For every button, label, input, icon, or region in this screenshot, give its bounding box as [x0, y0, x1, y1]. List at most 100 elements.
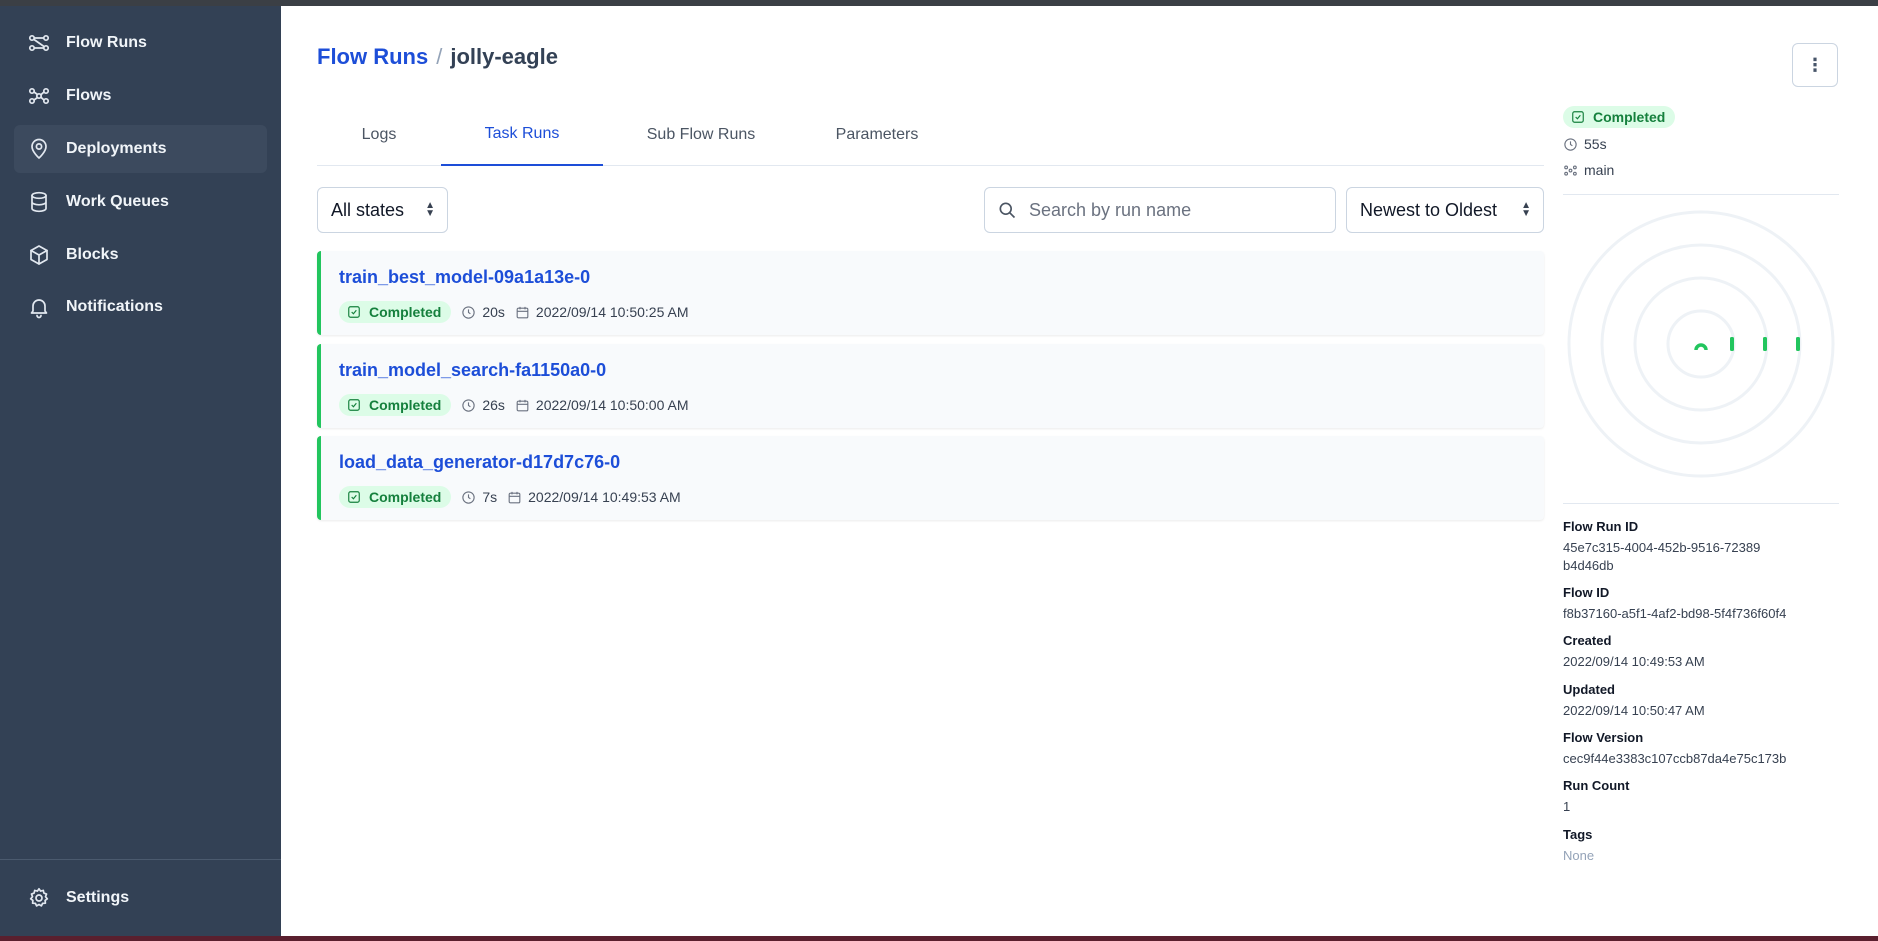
tab-sub-flow-runs[interactable]: Sub Flow Runs — [603, 104, 799, 166]
tab-label: Parameters — [835, 126, 919, 143]
more-options-button[interactable]: ⋮ — [1792, 43, 1838, 87]
clock-icon — [462, 305, 476, 319]
run-count-value: 1 — [1563, 799, 1571, 814]
breadcrumb: Flow Runs / jolly-eagle — [317, 44, 558, 70]
run-count-label: Run Count — [1563, 778, 1630, 793]
database-icon — [26, 189, 52, 215]
created-label: Created — [1563, 633, 1612, 648]
task-run-start-time: 2022/09/14 10:49:53 AM — [528, 489, 681, 505]
sidebar-item-notifications[interactable]: Notifications — [14, 283, 267, 331]
flow-version-value: cec9f44e3383c107ccb87da4e75c173b — [1563, 751, 1787, 766]
tab-label: Sub Flow Runs — [646, 126, 756, 143]
select-caret-icon: ▲ ▼ — [1521, 200, 1531, 219]
status-badge: Completed — [339, 394, 452, 416]
sidebar-item-label: Deployments — [66, 140, 167, 157]
status-badge: Completed — [1563, 106, 1676, 128]
flow-run-id-label: Flow Run ID — [1563, 519, 1639, 534]
sidebar-item-flows[interactable]: Flows — [14, 72, 267, 120]
radar-node — [1763, 337, 1767, 351]
sort-select[interactable]: Newest to Oldest ▲ ▼ — [1346, 187, 1544, 233]
sidebar-item-flow-runs[interactable]: Flow Runs — [14, 19, 267, 67]
sidebar-item-label: Flows — [66, 87, 112, 104]
kebab-menu-icon: ⋮ — [1806, 54, 1824, 75]
tab-label: Logs — [361, 126, 397, 143]
clock-icon — [462, 490, 476, 504]
flows-icon — [1564, 164, 1577, 176]
sidebar-divider — [0, 859, 281, 860]
breadcrumb-flow-runs-link[interactable]: Flow Runs — [317, 44, 428, 70]
state-filter-select[interactable]: All states ▲ ▼ — [317, 187, 448, 233]
duration-text: 55s — [1584, 136, 1607, 152]
task-run-start-time: 2022/09/14 10:50:00 AM — [535, 397, 689, 413]
task-run-meta: Completed 20s 2022/09/14 10:50:25 AM — [339, 301, 689, 323]
tab-task-runs[interactable]: Task Runs — [441, 104, 603, 166]
main-content: Flow Runs / jolly-eagle ⋮ Logs Task Runs… — [281, 6, 1878, 936]
flow-run-state: Completed — [1563, 106, 1676, 128]
sidebar-item-work-queues[interactable]: Work Queues — [14, 178, 267, 226]
clock-icon — [462, 398, 476, 412]
task-run-card: train_best_model-09a1a13e-0 Completed 20… — [317, 251, 1544, 335]
sidebar-item-deployments[interactable]: Deployments — [14, 125, 267, 173]
check-square-icon — [348, 399, 360, 411]
sidebar: Flow Runs Flows Deployments Work Queues … — [0, 6, 281, 936]
flow-version-label: Flow Version — [1563, 730, 1644, 745]
search-field[interactable] — [984, 187, 1336, 233]
task-run-card: load_data_generator-d17d7c76-0 Completed… — [317, 436, 1544, 520]
flow-name-text: main — [1584, 162, 1615, 178]
radar-node — [1730, 337, 1734, 351]
tab-bar: Logs Task Runs Sub Flow Runs Parameters — [317, 104, 1544, 166]
updated-value: 2022/09/14 10:50:47 AM — [1563, 703, 1705, 718]
radar-node — [1796, 337, 1800, 351]
state-filter-value: All states — [331, 199, 405, 220]
breadcrumb-separator: / — [436, 44, 443, 69]
clock-icon — [1564, 137, 1577, 151]
task-run-meta: Completed 7s 2022/09/14 10:49:53 AM — [339, 486, 681, 508]
sidebar-item-label: Blocks — [66, 246, 119, 263]
status-badge: Completed — [339, 486, 452, 508]
created-value: 2022/09/14 10:49:53 AM — [1563, 654, 1705, 669]
flow-id-label: Flow ID — [1563, 585, 1610, 600]
sidebar-settings-label: Settings — [66, 889, 130, 906]
tags-label: Tags — [1563, 827, 1593, 842]
tab-label: Task Runs — [484, 125, 560, 142]
updated-label: Updated — [1563, 682, 1615, 697]
divider — [1563, 194, 1839, 195]
tags-value: None — [1563, 848, 1595, 863]
status-text: Completed — [369, 397, 442, 413]
flow-name[interactable]: main — [1563, 162, 1614, 178]
sidebar-item-label: Notifications — [66, 298, 163, 315]
status-text: Completed — [1593, 109, 1666, 125]
tab-parameters[interactable]: Parameters — [799, 104, 955, 166]
task-run-name-link[interactable]: train_best_model-09a1a13e-0 — [339, 267, 590, 288]
sort-value: Newest to Oldest — [1360, 199, 1498, 220]
radar-graph — [1567, 210, 1835, 478]
tab-logs[interactable]: Logs — [317, 104, 441, 166]
gear-icon — [26, 885, 52, 911]
calendar-icon — [516, 306, 529, 318]
sidebar-item-settings[interactable]: Settings — [14, 874, 267, 922]
task-run-card: train_model_search-fa1150a0-0 Completed … — [317, 344, 1544, 428]
search-input[interactable] — [1029, 199, 1319, 221]
task-run-name-link[interactable]: load_data_generator-d17d7c76-0 — [339, 452, 620, 473]
calendar-icon — [516, 399, 529, 411]
task-run-name-link[interactable]: train_model_search-fa1150a0-0 — [339, 360, 606, 381]
task-run-duration: 26s — [482, 397, 505, 413]
bell-icon — [26, 294, 52, 320]
radar-node — [1694, 343, 1708, 351]
status-badge: Completed — [339, 301, 452, 323]
select-caret-icon: ▲ ▼ — [425, 200, 435, 219]
divider — [1563, 503, 1839, 504]
page-title: jolly-eagle — [450, 44, 558, 69]
flows-icon — [26, 83, 52, 109]
task-run-duration: 7s — [482, 489, 498, 505]
task-run-duration: 20s — [482, 304, 505, 320]
check-square-icon — [1572, 111, 1584, 123]
task-run-meta: Completed 26s 2022/09/14 10:50:00 AM — [339, 394, 689, 416]
task-run-start-time: 2022/09/14 10:50:25 AM — [535, 304, 689, 320]
sidebar-item-blocks[interactable]: Blocks — [14, 231, 267, 279]
sidebar-item-label: Flow Runs — [66, 34, 147, 51]
map-pin-icon — [26, 136, 52, 162]
flow-run-duration: 55s — [1563, 136, 1607, 152]
flow-run-id-value: 45e7c315-4004-452b-9516-72389b4d46db — [1563, 540, 1761, 573]
cube-icon — [26, 242, 52, 268]
